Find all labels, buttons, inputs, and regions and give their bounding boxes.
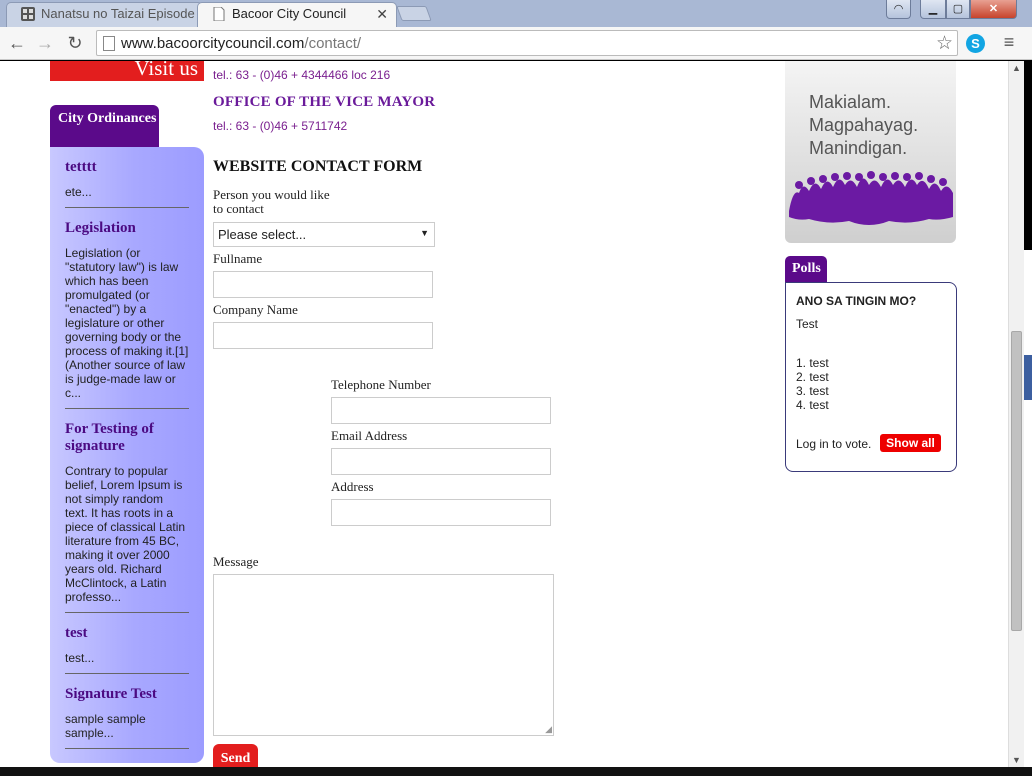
ordinance-excerpt: ete... bbox=[65, 185, 92, 199]
send-button[interactable]: Send bbox=[213, 744, 258, 767]
user-icon[interactable]: ◠ bbox=[886, 0, 911, 19]
ordinance-item: Signature Test sample sample sample... bbox=[65, 674, 189, 749]
ordinance-excerpt: sample sample sample... bbox=[65, 712, 146, 740]
address-field[interactable] bbox=[331, 499, 551, 526]
email-label: Email Address bbox=[331, 428, 408, 443]
ordinance-excerpt: Legislation (or "statutory law") is law … bbox=[65, 246, 189, 400]
close-tab-icon[interactable]: ✕ bbox=[376, 3, 388, 25]
city-ordinances-tab[interactable]: City Ordinances bbox=[50, 105, 159, 149]
ordinance-title[interactable]: test bbox=[65, 625, 189, 642]
skype-icon[interactable]: S bbox=[966, 34, 985, 53]
show-all-button[interactable]: Show all bbox=[880, 434, 941, 452]
resize-grip-icon[interactable]: ◢ bbox=[545, 724, 552, 735]
address-bar[interactable]: www.bacoorcitycouncil.com/contact/ ☆ bbox=[96, 30, 958, 56]
telephone-info: tel.: 63 - (0)46 + 5711742 bbox=[213, 119, 348, 133]
contact-person-select[interactable]: Please select... ▼ bbox=[213, 222, 435, 247]
company-name-label: Company Name bbox=[213, 302, 298, 317]
message-label: Message bbox=[213, 554, 259, 569]
visit-us-label: Visit us bbox=[134, 61, 198, 80]
fullname-label: Fullname bbox=[213, 251, 263, 266]
select-value: Please select... bbox=[218, 227, 307, 242]
poll-question: ANO SA TINGIN MO? bbox=[796, 294, 917, 308]
poll-option: 2. test bbox=[796, 370, 829, 384]
ordinance-title[interactable]: tetttt bbox=[65, 159, 189, 176]
maximize-icon[interactable]: ▢ bbox=[946, 0, 970, 19]
telephone-field[interactable] bbox=[331, 397, 551, 424]
slogan-line: Makialam. bbox=[809, 92, 892, 112]
poll-option: 1. test bbox=[796, 356, 829, 370]
title-bar: Nanatsu no Taizai Episode Bacoor City Co… bbox=[0, 0, 1032, 27]
polls-tab[interactable]: Polls bbox=[785, 256, 827, 283]
app-grid-icon bbox=[21, 7, 35, 21]
address-label: Address bbox=[331, 479, 374, 494]
contact-person-label-line: to contact bbox=[213, 201, 264, 216]
minimize-icon[interactable]: ▁ bbox=[920, 0, 946, 19]
scroll-down-icon[interactable]: ▼ bbox=[1012, 755, 1021, 765]
url-path: /contact/ bbox=[304, 35, 362, 52]
scroll-up-icon[interactable]: ▲ bbox=[1012, 63, 1021, 73]
tab-label: Nanatsu no Taizai Episode bbox=[41, 6, 195, 21]
ordinance-item: Legislation Legislation (or "statutory l… bbox=[65, 208, 189, 409]
contact-person-label: Person you would like to contact bbox=[213, 188, 330, 216]
company-name-field[interactable] bbox=[213, 322, 433, 349]
contact-person-label-line: Person you would like bbox=[213, 187, 330, 202]
url-text[interactable]: www.bacoorcitycouncil.com/contact/ bbox=[121, 35, 361, 52]
contact-form-heading: WEBSITE CONTACT FORM bbox=[213, 158, 423, 175]
telephone-info: tel.: 63 - (0)46 + 4344466 loc 216 bbox=[213, 68, 391, 82]
page-icon bbox=[103, 36, 115, 51]
vice-mayor-heading: OFFICE OF THE VICE MAYOR bbox=[213, 94, 436, 110]
forward-icon[interactable]: → bbox=[34, 32, 56, 54]
polls-panel: ANO SA TINGIN MO? Test 1. test 2. test 3… bbox=[785, 282, 957, 472]
tab-bacoor[interactable]: Bacoor City Council ✕ bbox=[197, 2, 397, 27]
ordinance-item: tetttt ete... bbox=[65, 147, 189, 208]
page-icon bbox=[213, 7, 225, 21]
telephone-label: Telephone Number bbox=[331, 377, 431, 392]
ordinance-item: test test... bbox=[65, 613, 189, 674]
new-tab-button[interactable] bbox=[396, 6, 432, 21]
vertical-scrollbar[interactable]: ▲ ▼ bbox=[1008, 61, 1024, 767]
tab-nanatsu[interactable]: Nanatsu no Taizai Episode bbox=[6, 2, 203, 27]
poll-option: 3. test bbox=[796, 384, 829, 398]
dropdown-arrow-icon: ▼ bbox=[420, 228, 429, 238]
ordinance-title[interactable]: Signature Test bbox=[65, 686, 189, 703]
ordinance-excerpt: test... bbox=[65, 651, 95, 665]
poll-option: 4. test bbox=[796, 398, 829, 412]
email-field[interactable] bbox=[331, 448, 551, 475]
bookmark-star-icon[interactable]: ☆ bbox=[936, 32, 953, 55]
ordinance-title[interactable]: For Testing of signature bbox=[65, 421, 189, 455]
fullname-field[interactable] bbox=[213, 271, 433, 298]
slogan-line: Magpahayag. bbox=[809, 115, 919, 135]
back-icon[interactable]: ← bbox=[6, 32, 28, 54]
browser-toolbar: ← → ↻ www.bacoorcitycouncil.com/contact/… bbox=[0, 27, 1032, 60]
poll-options: 1. test 2. test 3. test 4. test bbox=[796, 356, 829, 412]
visit-us-banner[interactable]: Visit us bbox=[50, 61, 204, 81]
message-textarea[interactable]: ◢ bbox=[213, 574, 554, 736]
crowd-silhouette-icon bbox=[789, 171, 953, 225]
taskbar-edge bbox=[0, 767, 1032, 776]
menu-icon[interactable]: ≡ bbox=[999, 32, 1019, 52]
slogan-line: Manindigan. bbox=[809, 138, 908, 158]
poll-login-text[interactable]: Log in to vote. bbox=[796, 437, 871, 451]
slogan-text: Makialam. Magpahayag. Manindigan. bbox=[809, 91, 918, 160]
slogan-banner[interactable]: Makialam. Magpahayag. Manindigan. bbox=[785, 61, 956, 243]
close-window-icon[interactable]: ✕ bbox=[970, 0, 1017, 19]
ordinance-title[interactable]: Legislation bbox=[65, 220, 189, 237]
poll-subtitle: Test bbox=[796, 317, 819, 331]
reload-icon[interactable]: ↻ bbox=[64, 32, 86, 54]
page-viewport: Visit us City Ordinances tetttt ete... L… bbox=[0, 61, 1008, 767]
ordinances-panel: tetttt ete... Legislation Legislation (o… bbox=[50, 147, 204, 763]
ordinance-item: For Testing of signature Contrary to pop… bbox=[65, 409, 189, 613]
url-domain: www.bacoorcitycouncil.com bbox=[121, 35, 305, 52]
tab-label: Bacoor City Council bbox=[232, 6, 347, 21]
scrollbar-thumb[interactable] bbox=[1011, 331, 1022, 631]
background-window-edge bbox=[1024, 250, 1032, 767]
ordinance-excerpt: Contrary to popular belief, Lorem Ipsum … bbox=[65, 464, 186, 604]
